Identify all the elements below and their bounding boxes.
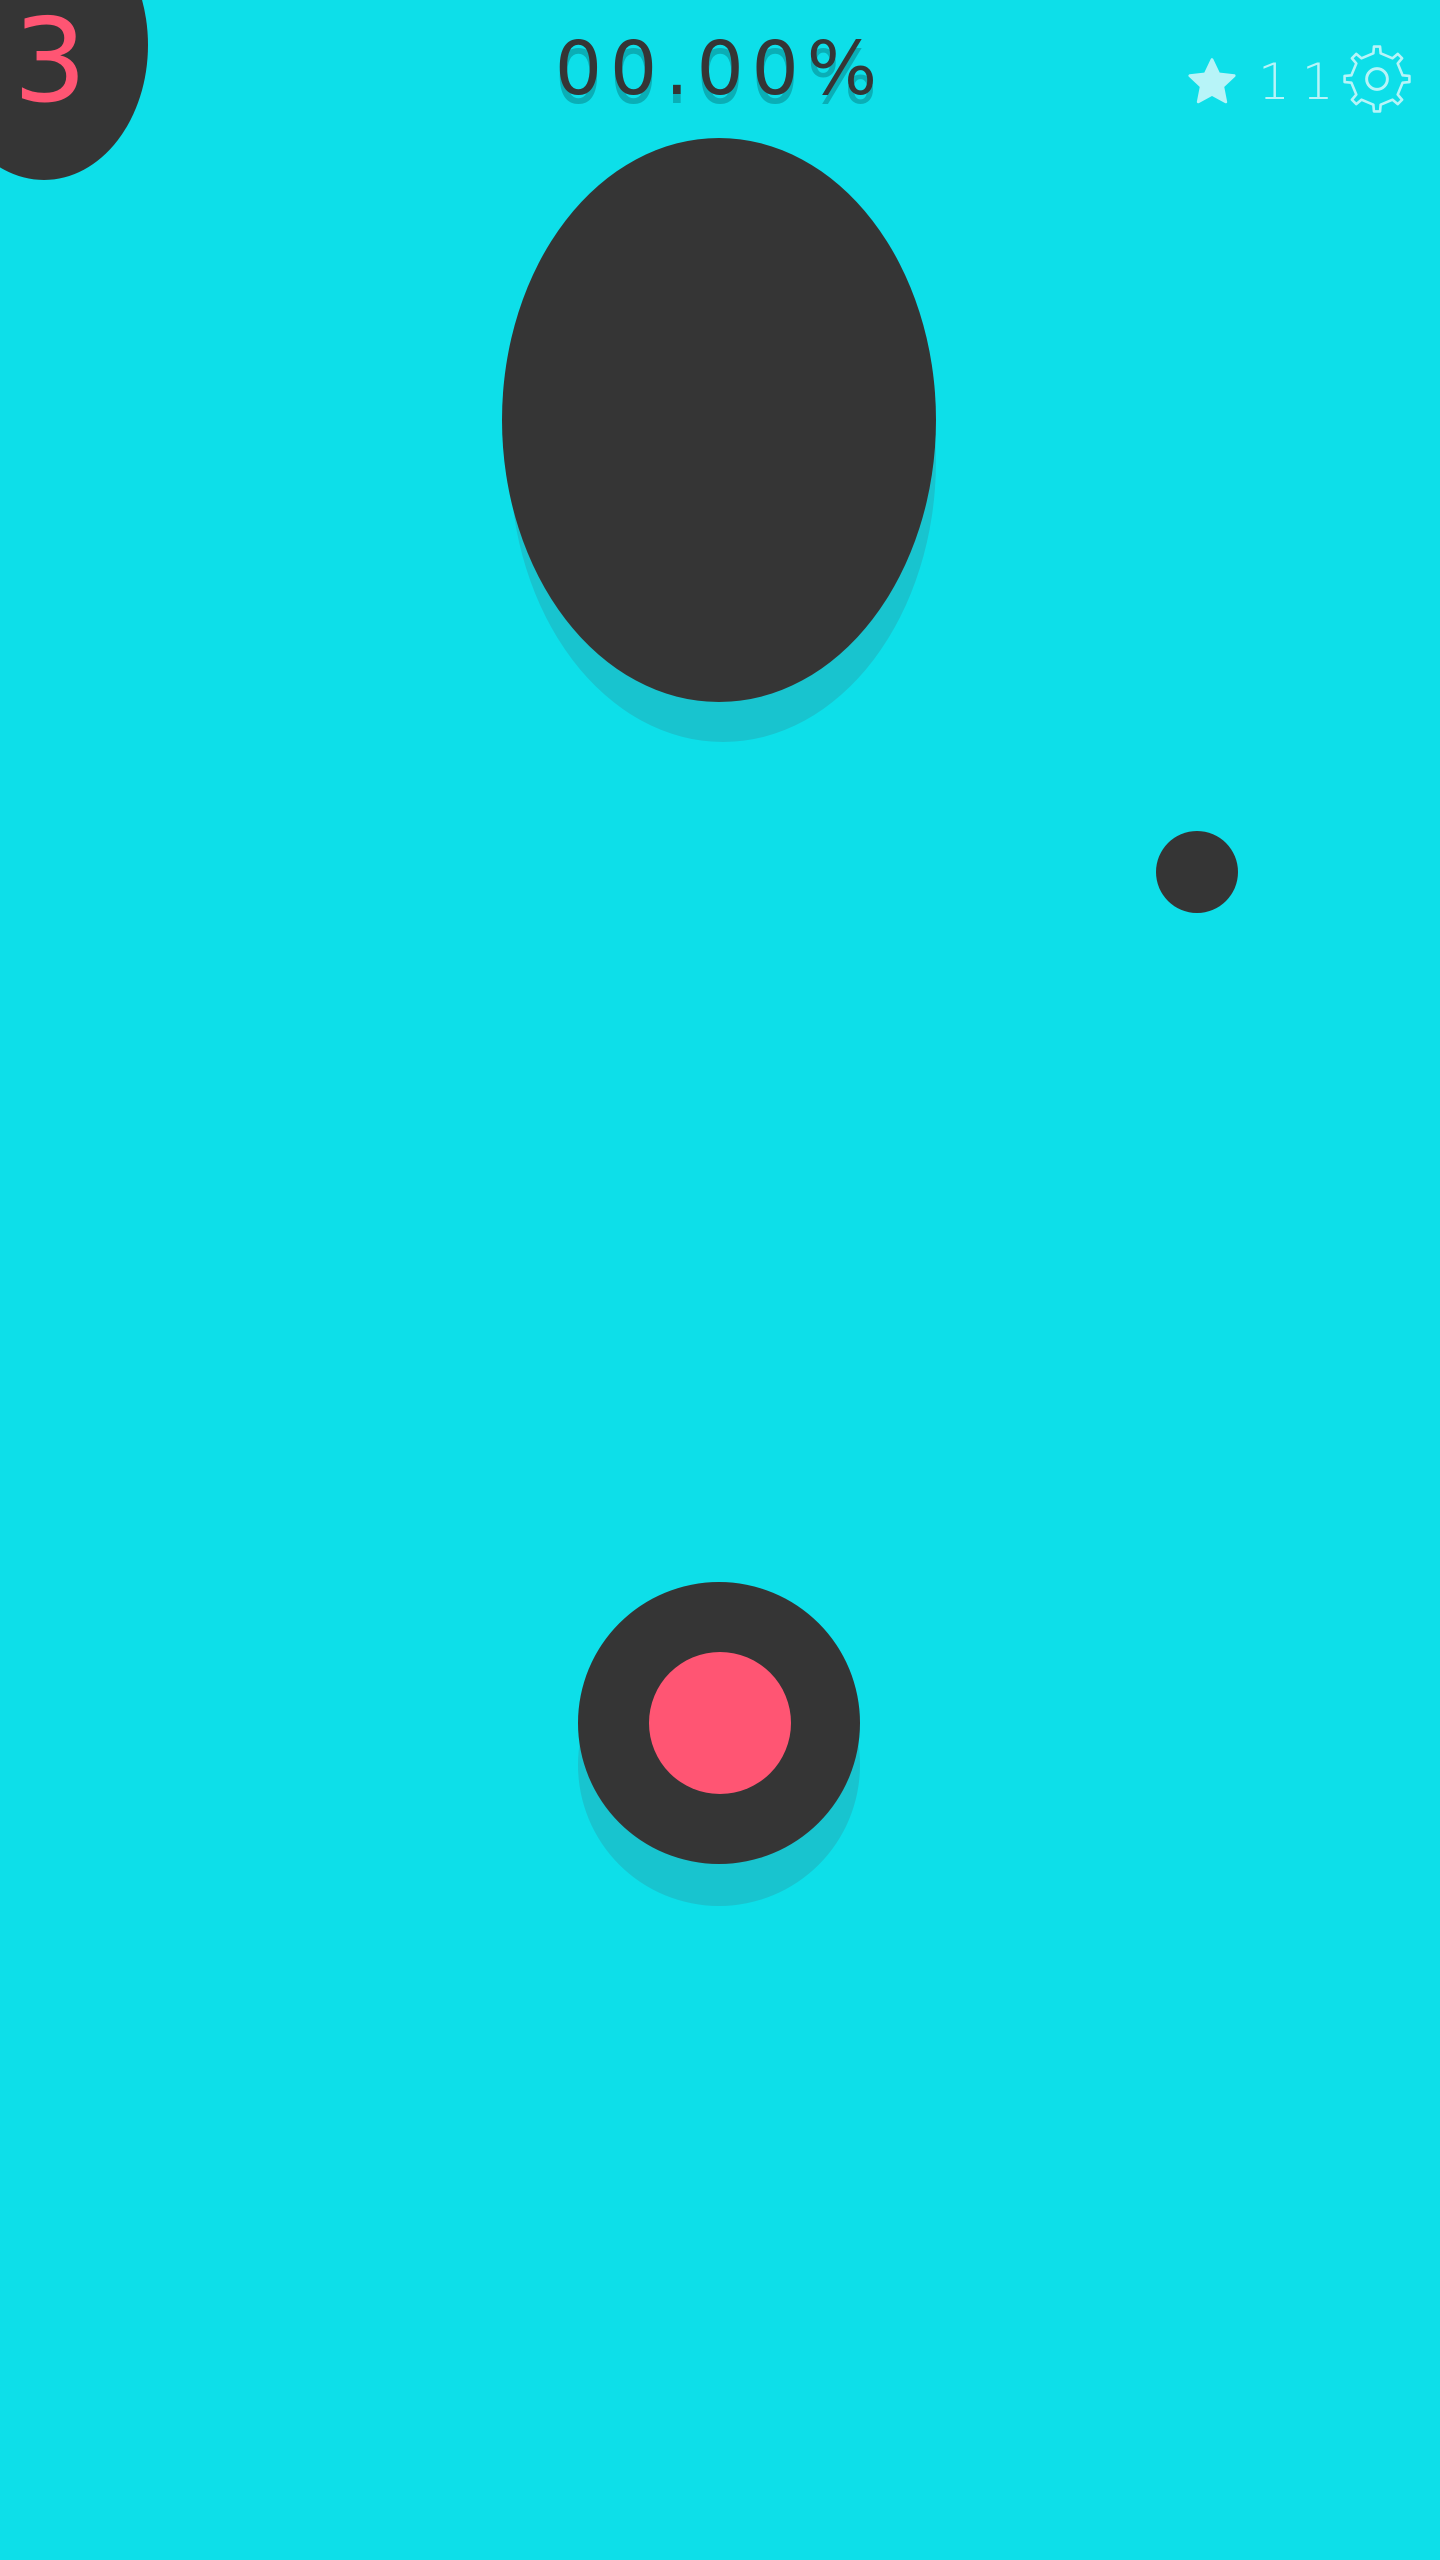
star-icon bbox=[1188, 58, 1236, 104]
star-count: 11 bbox=[1258, 53, 1346, 111]
star-counter: 11 bbox=[1184, 50, 1346, 114]
gear-outline bbox=[1343, 45, 1411, 113]
gear-icon[interactable] bbox=[1340, 42, 1414, 116]
large-obstacle bbox=[502, 138, 936, 702]
small-obstacle bbox=[1156, 831, 1238, 913]
player-core bbox=[649, 1652, 791, 1794]
game-stage[interactable]: 3 00.00% 11 bbox=[0, 0, 1440, 2560]
